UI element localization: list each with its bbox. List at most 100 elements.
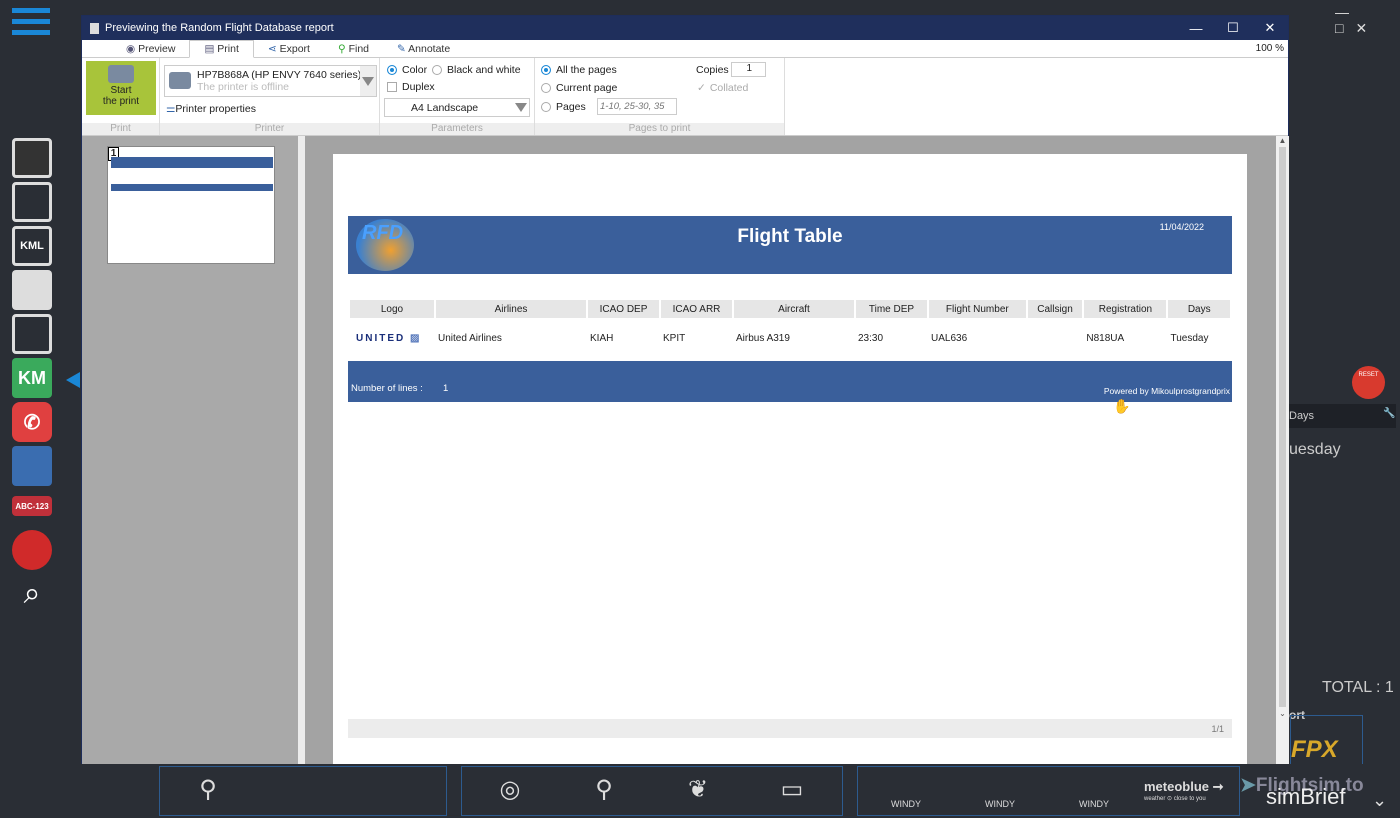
route-tools-group: ⚲ bbox=[159, 766, 447, 816]
powered-by: Powered by Mikoulprostgrandprix bbox=[1104, 386, 1230, 396]
printer-icon bbox=[108, 65, 134, 83]
simbrief-button[interactable]: simBrief bbox=[1266, 784, 1345, 810]
windy-landing-icon[interactable]: WINDY bbox=[980, 775, 1020, 811]
zoom-level: 100 % bbox=[1256, 43, 1284, 54]
collapse-arrow-icon[interactable] bbox=[66, 372, 80, 388]
search-icon[interactable]: ⌕ bbox=[12, 574, 52, 614]
search-location-icon[interactable]: ⚲ bbox=[584, 775, 624, 811]
group-printer: HP7B868A (HP ENVY 7640 series) The print… bbox=[160, 58, 380, 135]
reset-button[interactable]: RESET bbox=[1352, 366, 1385, 399]
print-ribbon: Start the print Print HP7B868A (HP ENVY … bbox=[82, 58, 1288, 136]
printer-name: HP7B868A (HP ENVY 7640 series) bbox=[197, 69, 361, 81]
copies-label: Copies bbox=[696, 64, 729, 76]
start-print-button[interactable]: Start the print bbox=[86, 61, 156, 115]
hand-cursor-icon: ✋ bbox=[1113, 398, 1130, 415]
tab-annotate[interactable]: ✎ Annotate bbox=[383, 41, 464, 57]
color-radio[interactable]: Color bbox=[387, 64, 427, 76]
bird-logo-icon[interactable]: ❦ bbox=[678, 775, 718, 811]
airline-logo: UNITED ▨ bbox=[350, 318, 434, 358]
dropdown-arrow-icon bbox=[515, 103, 527, 112]
all-pages-radio[interactable]: All the pages bbox=[541, 64, 617, 76]
title-bar: Previewing the Random Flight Database re… bbox=[82, 16, 1288, 40]
lines-label: Number of lines : bbox=[351, 383, 423, 394]
route-pins-icon[interactable]: ⚲ bbox=[188, 775, 228, 811]
thumbnail-panel: 1 bbox=[82, 136, 298, 764]
group-print: Start the print Print bbox=[82, 58, 160, 135]
phone-icon[interactable]: ✆ bbox=[12, 402, 52, 442]
minimize-button[interactable]: — bbox=[1178, 16, 1214, 40]
column-header: Callsign bbox=[1028, 300, 1083, 318]
flight-table: Logo Airlines ICAO DEP ICAO ARR Aircraft… bbox=[348, 300, 1232, 358]
column-header: Flight Number bbox=[929, 300, 1026, 318]
eye-icon: ◉ bbox=[126, 43, 138, 55]
calendar-icon[interactable] bbox=[12, 314, 52, 354]
window-title: Previewing the Random Flight Database re… bbox=[105, 22, 334, 34]
registration-plate-icon[interactable]: ABC-123 bbox=[12, 496, 52, 516]
registration-cell: N818UA bbox=[1084, 318, 1166, 358]
hamburger-menu-icon[interactable] bbox=[12, 8, 50, 40]
days-column-header[interactable]: Days bbox=[1280, 404, 1396, 428]
group-pages-to-print: All the pages Current page Pages Copies … bbox=[535, 58, 785, 135]
km-icon[interactable]: KM bbox=[12, 358, 52, 398]
meteoblue-button[interactable]: meteoblue ➞weather ⊙ close to you bbox=[1144, 779, 1224, 802]
time-dep-cell: 23:30 bbox=[856, 318, 927, 358]
close-button[interactable]: ✕ bbox=[1252, 16, 1288, 40]
departure-board-icon[interactable] bbox=[12, 446, 52, 486]
group-label: Parameters bbox=[380, 123, 534, 135]
tab-find[interactable]: ⚲ Find bbox=[324, 41, 383, 57]
wrench-icon[interactable]: 🔧 bbox=[1383, 408, 1395, 419]
column-header: Days bbox=[1168, 300, 1230, 318]
duplex-checkbox[interactable]: Duplex bbox=[387, 81, 435, 93]
tab-preview[interactable]: ◉ Preview bbox=[112, 41, 189, 57]
open-file-icon[interactable] bbox=[12, 182, 52, 222]
report-footer: Number of lines : 1 Powered by Mikoulpro… bbox=[348, 361, 1232, 402]
collated-checkbox[interactable]: ✓Collated bbox=[697, 82, 748, 94]
dropdown-arrow-icon bbox=[360, 66, 376, 96]
printer-select[interactable]: HP7B868A (HP ENVY 7640 series) The print… bbox=[164, 65, 377, 97]
flight-number-cell: UAL636 bbox=[929, 318, 1026, 358]
pages-range-input[interactable] bbox=[597, 98, 677, 115]
pencil-icon: ✎ bbox=[397, 43, 408, 55]
radar-plane-icon[interactable]: ◎ bbox=[490, 775, 530, 811]
scrollbar-thumb[interactable] bbox=[1279, 147, 1286, 707]
printer-icon bbox=[169, 72, 191, 89]
column-header: Registration bbox=[1084, 300, 1166, 318]
group-label: Print bbox=[82, 123, 159, 135]
flight-path-icon[interactable]: ▭ bbox=[772, 775, 812, 811]
document-icon bbox=[90, 23, 99, 34]
copies-stepper[interactable]: 1 bbox=[731, 62, 766, 77]
paper-plane-icon: ➤ bbox=[1240, 775, 1256, 796]
printer-properties-button[interactable]: ⚌Printer properties bbox=[166, 103, 256, 115]
page-thumbnail[interactable]: 1 bbox=[107, 146, 275, 264]
panel-splitter[interactable] bbox=[298, 136, 305, 764]
report-date: 11/04/2022 bbox=[1160, 222, 1204, 232]
icao-arr-cell: KPIT bbox=[661, 318, 732, 358]
globe-icon[interactable] bbox=[12, 530, 52, 570]
column-header: ICAO DEP bbox=[588, 300, 659, 318]
maximize-button[interactable]: ☐ bbox=[1215, 16, 1251, 40]
group-label: Printer bbox=[160, 123, 379, 135]
current-page-radio[interactable]: Current page bbox=[541, 82, 617, 94]
column-header: Aircraft bbox=[734, 300, 854, 318]
tab-print[interactable]: ▤ Print bbox=[189, 40, 253, 58]
united-globe-icon: ▨ bbox=[405, 333, 421, 344]
report-title: Flight Table bbox=[348, 226, 1232, 248]
vertical-scrollbar[interactable]: ▲ ⌄ bbox=[1276, 136, 1289, 764]
pages-radio[interactable]: Pages bbox=[541, 101, 586, 113]
app-window-controls[interactable]: —□✕ bbox=[1335, 4, 1400, 37]
bottom-toolbar: ⚲ ◎ ⚲ ❦ ▭ WINDY WINDY WINDY meteoblue ➞w… bbox=[0, 764, 1400, 818]
group-label: Pages to print bbox=[535, 123, 784, 135]
black-white-radio[interactable]: Black and white bbox=[432, 64, 521, 76]
preview-area[interactable]: RFD Flight Table 11/04/2022 Logo Airline… bbox=[305, 136, 1276, 764]
chevron-down-icon[interactable]: ⌄ bbox=[1372, 790, 1387, 811]
paper-select[interactable]: A4 Landscape bbox=[384, 98, 530, 117]
column-header: ICAO ARR bbox=[661, 300, 732, 318]
printer-icon[interactable] bbox=[12, 270, 52, 310]
windy-plane-icon[interactable]: WINDY bbox=[886, 775, 926, 811]
days-cell: Tuesday bbox=[1168, 318, 1230, 358]
tab-export[interactable]: ⋖ Export bbox=[254, 41, 324, 57]
page-indicator: 1/1 bbox=[348, 719, 1232, 738]
save-icon[interactable] bbox=[12, 138, 52, 178]
kml-icon[interactable]: KML bbox=[12, 226, 52, 266]
windy-cloud-icon[interactable]: WINDY bbox=[1074, 775, 1114, 811]
